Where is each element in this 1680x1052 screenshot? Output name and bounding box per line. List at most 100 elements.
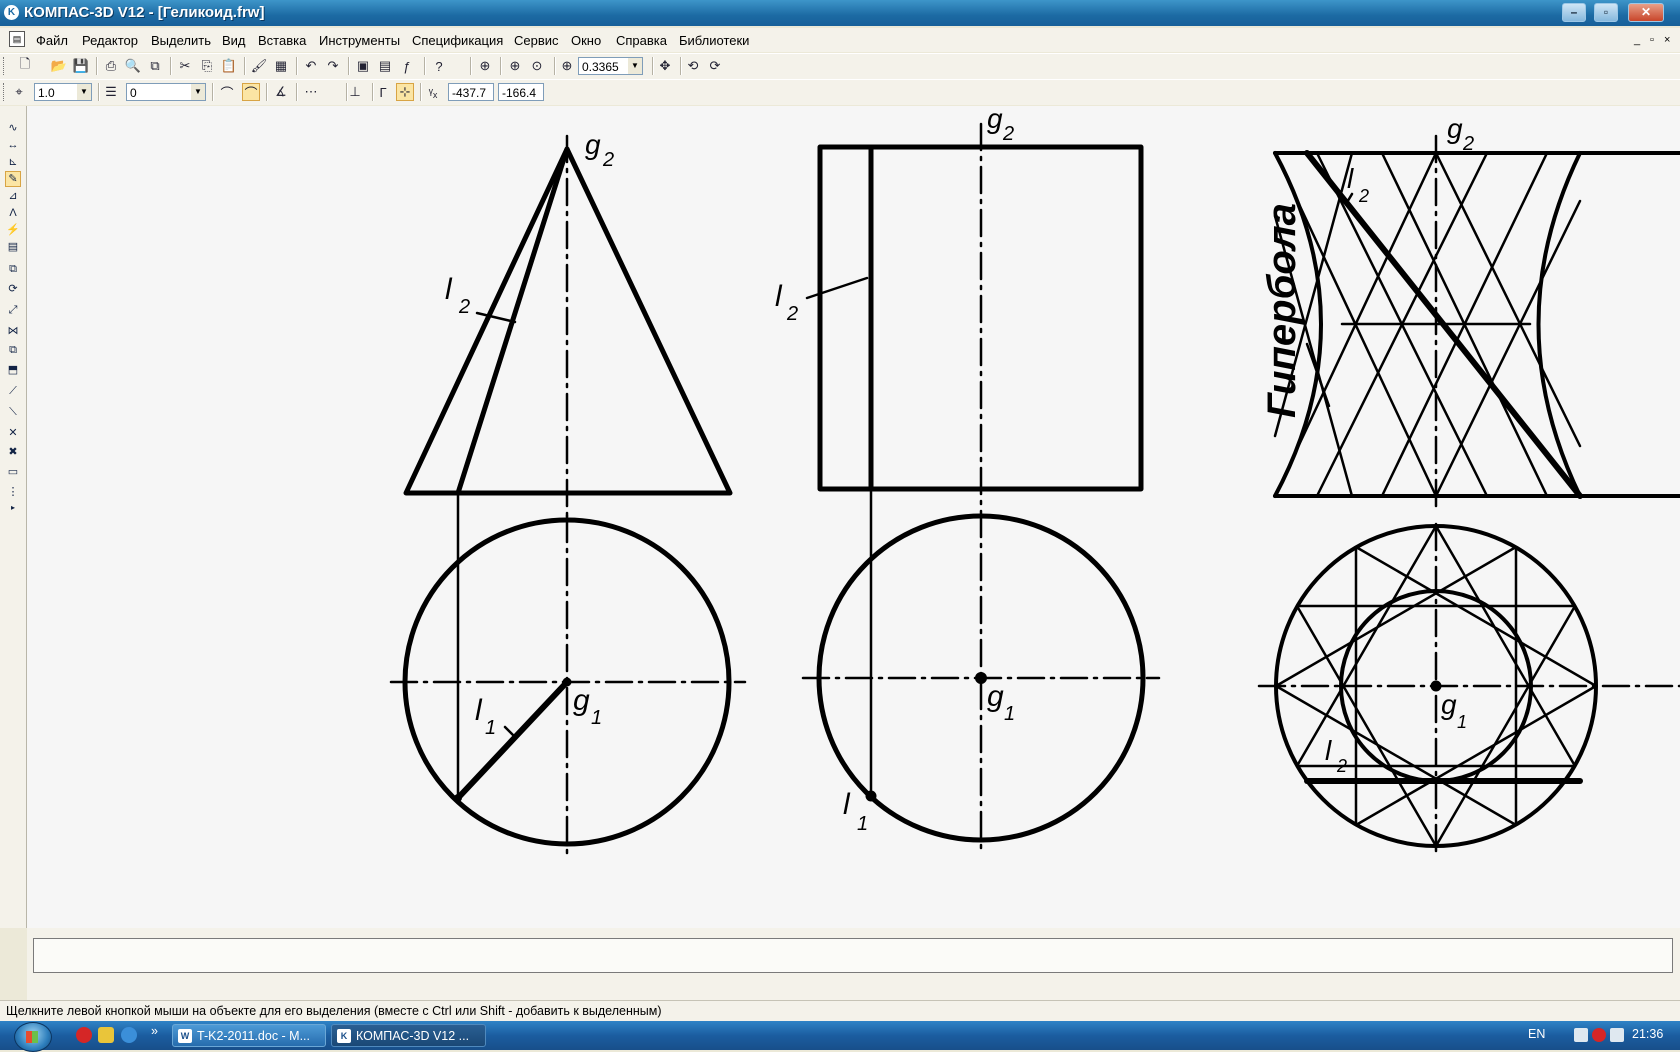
scale-tool-icon[interactable]: ⤢: [5, 302, 21, 318]
minimize-button[interactable]: –: [1562, 3, 1586, 22]
monitor-icon[interactable]: [1574, 1028, 1588, 1042]
save-icon[interactable]: 💾: [72, 57, 90, 75]
paste-icon[interactable]: 📋: [220, 57, 238, 75]
symmetry-tool-icon[interactable]: ⋈: [5, 323, 21, 339]
print-icon[interactable]: ⎙: [102, 57, 120, 75]
cone-top-view[interactable]: [389, 514, 747, 858]
break-tool-icon[interactable]: ✕: [5, 425, 21, 441]
chevron-down-icon[interactable]: ▼: [628, 58, 642, 74]
rotate-tool-icon[interactable]: ⟳: [5, 281, 21, 297]
array-tool-icon[interactable]: ⋮: [5, 484, 21, 500]
snap-settings-icon[interactable]: ∡: [272, 83, 290, 101]
menu-editor[interactable]: Редактор: [82, 33, 138, 48]
layers-icon[interactable]: ☰: [102, 83, 120, 101]
menu-service[interactable]: Сервис: [514, 33, 559, 48]
cylinder-top-view[interactable]: [801, 509, 1161, 856]
measure-tool-icon[interactable]: Λ: [5, 205, 21, 221]
symbols-tool-icon[interactable]: ⊾: [5, 154, 21, 170]
manager-icon[interactable]: ▣: [354, 57, 372, 75]
local-cs-icon[interactable]: ⊥: [346, 83, 364, 101]
menu-insert[interactable]: Вставка: [258, 33, 306, 48]
move-tool-icon[interactable]: ⧉: [5, 261, 21, 277]
trim-tool-icon[interactable]: ⟋: [5, 383, 21, 399]
pan-move-icon[interactable]: ✥: [656, 57, 674, 75]
zoom-scale-field[interactable]: 0.3365 ▼: [578, 57, 643, 75]
language-indicator[interactable]: EN: [1528, 1027, 1545, 1041]
doc-close-button[interactable]: ×: [1664, 34, 1670, 46]
zoom-window-icon[interactable]: ⊕: [476, 57, 494, 75]
cursor-step-field[interactable]: 1.0 ▼: [34, 83, 92, 101]
zoom-fit-icon[interactable]: ⊙: [528, 57, 546, 75]
hyperboloid-front-view[interactable]: [1273, 134, 1680, 508]
cursor-y-field[interactable]: -166.4: [498, 83, 544, 101]
menu-tools[interactable]: Инструменты: [319, 33, 400, 48]
context-help-icon[interactable]: ?: [430, 57, 448, 75]
opera-icon[interactable]: [76, 1027, 92, 1043]
param-mode-icon[interactable]: ⊹: [396, 83, 414, 101]
toolbar-grip[interactable]: [3, 57, 7, 75]
open-folder-icon[interactable]: 📂: [50, 57, 68, 75]
spec-tool-icon[interactable]: ▤: [5, 239, 21, 255]
cut-icon[interactable]: ✂: [176, 57, 194, 75]
zoom-in-icon[interactable]: ⊕: [506, 57, 524, 75]
print-preview-icon[interactable]: 🔍: [124, 57, 142, 75]
copy-tool-icon[interactable]: ⧉: [5, 342, 21, 358]
menu-file[interactable]: Файл: [36, 33, 68, 48]
menu-window[interactable]: Окно: [571, 33, 601, 48]
copy-properties-icon[interactable]: ⧉: [146, 57, 164, 75]
select-tool-icon[interactable]: ⚡: [5, 222, 21, 238]
app-quicklaunch-icon[interactable]: [98, 1027, 114, 1043]
cone-front-view[interactable]: [403, 134, 733, 518]
document-icon[interactable]: ▤: [9, 31, 25, 47]
volume-icon[interactable]: [1610, 1028, 1624, 1042]
menu-specification[interactable]: Спецификация: [412, 33, 503, 48]
menu-view[interactable]: Вид: [222, 33, 246, 48]
variables-fx-icon[interactable]: ƒ: [398, 57, 416, 75]
quicklaunch-overflow[interactable]: »: [151, 1024, 158, 1038]
panel-expand-icon[interactable]: ▸: [5, 500, 21, 516]
cursor-x-field[interactable]: -437.7: [448, 83, 494, 101]
command-input[interactable]: [33, 938, 1673, 973]
doc-minimize-button[interactable]: _: [1634, 34, 1640, 46]
menu-help[interactable]: Справка: [616, 33, 667, 48]
new-file-icon[interactable]: 🗋: [16, 56, 34, 75]
ortho-mode-icon[interactable]: Г: [374, 83, 392, 101]
antivirus-icon[interactable]: [1592, 1028, 1606, 1042]
copy-icon[interactable]: ⎘: [198, 57, 216, 75]
edit-tool-icon[interactable]: ✎: [5, 171, 21, 187]
snap-step-icon[interactable]: ⌖: [10, 83, 28, 101]
delete-tool-icon[interactable]: ✖: [5, 444, 21, 460]
format-brush-icon[interactable]: 🖌: [250, 57, 268, 75]
undo-icon[interactable]: ↶: [302, 57, 320, 75]
local-snap-magnet-icon[interactable]: ⌒: [242, 83, 260, 101]
menu-libraries[interactable]: Библиотеки: [679, 33, 749, 48]
grid-icon[interactable]: ⋯: [302, 83, 320, 101]
drawing-canvas[interactable]: g 2 l 2 g 1 l 1 g 2 l 2 g 1 l 1 g 2 l 2 …: [27, 106, 1680, 928]
trim-two-tool-icon[interactable]: ⟍: [5, 404, 21, 420]
geometry-tool-icon[interactable]: ∿: [5, 120, 21, 136]
close-button[interactable]: ✕: [1628, 3, 1664, 22]
taskbar-item-word[interactable]: W T-K2-2011.doc - M...: [172, 1024, 326, 1047]
cylinder-front-view[interactable]: [805, 122, 1144, 513]
hyperboloid-top-view[interactable]: [1257, 522, 1680, 860]
deform-tool-icon[interactable]: ⬒: [5, 362, 21, 378]
snap-magnet-icon[interactable]: ⌒: [218, 83, 236, 101]
drawing-svg[interactable]: g 2 l 2 g 1 l 1 g 2 l 2 g 1 l 1 g 2 l 2 …: [27, 106, 1680, 928]
table-icon[interactable]: ▦: [272, 57, 290, 75]
doc-restore-button[interactable]: ▫: [1650, 34, 1654, 46]
maximize-button[interactable]: ▫: [1594, 3, 1618, 22]
erase-tool-icon[interactable]: ▭: [5, 464, 21, 480]
chevron-down-icon[interactable]: ▼: [77, 84, 91, 100]
menu-select[interactable]: Выделить: [151, 33, 211, 48]
zoom-scale-icon[interactable]: ⊕: [558, 57, 576, 75]
calculator-icon[interactable]: ▤: [376, 57, 394, 75]
redo-icon[interactable]: ↷: [324, 57, 342, 75]
dimensions-tool-icon[interactable]: ↔: [5, 137, 21, 153]
toolbar-grip[interactable]: [3, 83, 7, 101]
rebuild-icon[interactable]: ⟳: [706, 57, 724, 75]
taskbar-item-kompas[interactable]: K КОМПАС-3D V12 ...: [331, 1024, 486, 1047]
ie-icon[interactable]: [121, 1027, 137, 1043]
refresh-view-icon[interactable]: ⟲: [684, 57, 702, 75]
current-layer-field[interactable]: 0 ▼: [126, 83, 206, 101]
start-button[interactable]: [14, 1022, 52, 1052]
